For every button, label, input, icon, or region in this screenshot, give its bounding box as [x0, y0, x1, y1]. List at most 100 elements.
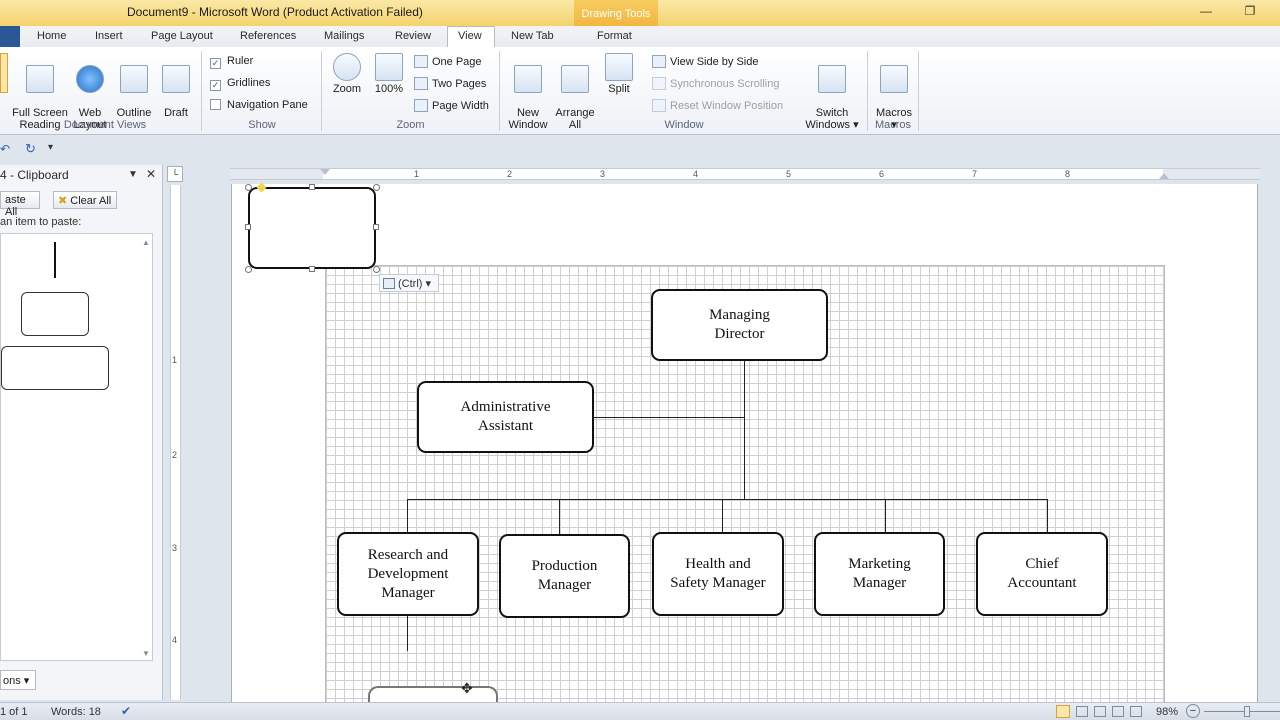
tab-mailings[interactable]: Mailings	[324, 30, 364, 42]
clip-item-wide-box[interactable]	[1, 346, 109, 390]
managing-director-box[interactable]: Managing Director	[651, 289, 828, 361]
health-safety-manager-box[interactable]: Health and Safety Manager	[652, 532, 784, 616]
one-page-button[interactable]: One Page	[414, 55, 482, 68]
ruler-left-margin	[230, 169, 323, 179]
resize-handle[interactable]	[309, 184, 315, 190]
paste-options-button[interactable]: (Ctrl) ▾	[379, 274, 439, 292]
administrative-assistant-label: Administrative Assistant	[460, 399, 551, 434]
gridlines-checkbox[interactable]: ✓ Gridlines	[210, 77, 270, 91]
zoom-100-button[interactable]: 100%	[372, 53, 406, 95]
research-development-manager-box[interactable]: Research and Development Manager	[337, 532, 479, 616]
full-screen-view-icon[interactable]	[1076, 706, 1088, 717]
redo-icon[interactable]: ↻	[25, 141, 37, 156]
resize-handle[interactable]	[373, 184, 380, 191]
tab-format[interactable]: Format	[597, 30, 632, 42]
zoom-level[interactable]: 98%	[1156, 706, 1178, 718]
connector-line[interactable]	[744, 360, 745, 500]
group-document-views-label: Document Views	[63, 119, 147, 131]
vertical-ruler[interactable]: 1 2 3 4	[170, 185, 181, 700]
connector-line[interactable]	[407, 499, 408, 533]
word-count[interactable]: Words: 18	[51, 706, 101, 718]
right-indent-marker[interactable]	[1159, 173, 1169, 179]
clear-all-button[interactable]: ✖ Clear All	[53, 191, 117, 209]
minimize-button[interactable]: —	[1196, 4, 1216, 22]
status-bar: 1 of 1 Words: 18 ✔ 98% −	[0, 702, 1280, 720]
zoom-button[interactable]: Zoom	[330, 53, 364, 95]
tab-new-tab[interactable]: New Tab	[511, 30, 554, 42]
synchronous-scrolling-label: Synchronous Scrolling	[670, 78, 780, 90]
clear-all-label: Clear All	[70, 195, 112, 207]
reset-window-position-button[interactable]: Reset Window Position	[652, 99, 783, 112]
clip-item-connector-line[interactable]	[54, 242, 56, 278]
zoom-slider-thumb[interactable]	[1244, 706, 1250, 717]
clip-item-rounded-box[interactable]	[21, 292, 89, 336]
outline-label: Outline	[116, 107, 152, 119]
navigation-pane-label: Navigation Pane	[227, 99, 308, 111]
view-side-by-side-button[interactable]: View Side by Side	[652, 55, 758, 68]
ruler-checkbox[interactable]: ✓ Ruler	[210, 55, 253, 69]
clip-scrollbar[interactable]: ▲ ▼	[142, 238, 150, 658]
print-layout-view-icon[interactable]	[1056, 705, 1070, 718]
page-count[interactable]: 1 of 1	[0, 706, 28, 718]
close-pane-icon[interactable]: ✕	[146, 167, 156, 181]
zoom-out-icon[interactable]: −	[1186, 704, 1200, 718]
first-line-indent-marker[interactable]	[320, 169, 330, 175]
tab-review[interactable]: Review	[395, 30, 431, 42]
outline-view-icon[interactable]	[1112, 706, 1124, 717]
connector-line[interactable]	[407, 615, 408, 651]
group-macros-label: Macros	[874, 119, 912, 131]
document-page[interactable]: (Ctrl) ▾ Managing Director Administrativ…	[231, 182, 1258, 716]
scroll-down-icon[interactable]: ▼	[142, 649, 150, 658]
paste-all-button[interactable]: aste All	[0, 191, 40, 218]
tab-page-layout[interactable]: Page Layout	[151, 30, 213, 42]
view-side-by-side-label: View Side by Side	[670, 56, 759, 68]
tab-file[interactable]	[0, 26, 20, 47]
navigation-pane-checkbox[interactable]: Navigation Pane	[210, 99, 308, 111]
scroll-up-icon[interactable]: ▲	[142, 238, 150, 247]
print-layout-button[interactable]	[0, 53, 8, 93]
draft-label: Draft	[164, 107, 188, 119]
outline-button[interactable]: Outline	[113, 53, 155, 119]
options-button[interactable]: ons ▾	[0, 670, 36, 690]
split-button[interactable]: Split	[602, 53, 636, 95]
draft-view-icon[interactable]	[1130, 706, 1142, 717]
chief-accountant-box[interactable]: Chief Accountant	[976, 532, 1108, 616]
tab-references[interactable]: References	[240, 30, 296, 42]
tab-view[interactable]: View	[458, 30, 482, 42]
pane-options-icon[interactable]: ▼	[128, 169, 138, 180]
administrative-assistant-box[interactable]: Administrative Assistant	[417, 381, 594, 453]
tab-insert[interactable]: Insert	[95, 30, 123, 42]
page-width-button[interactable]: Page Width	[414, 99, 489, 112]
resize-handle[interactable]	[245, 184, 252, 191]
connector-line[interactable]	[1047, 499, 1048, 532]
ruler-number: 4	[693, 169, 699, 179]
selected-empty-shape[interactable]	[248, 187, 376, 269]
resize-handle[interactable]	[373, 224, 379, 230]
book-icon	[26, 65, 54, 93]
connector-line[interactable]	[407, 499, 1048, 500]
tab-stop-selector-icon[interactable]: └	[167, 166, 183, 182]
draft-button[interactable]: Draft	[159, 53, 193, 119]
undo-icon[interactable]: ↶	[0, 142, 10, 156]
synchronous-scrolling-button[interactable]: Synchronous Scrolling	[652, 77, 779, 90]
customize-qat-icon[interactable]: ▾	[48, 142, 58, 154]
resize-handle[interactable]	[373, 266, 380, 273]
connector-line[interactable]	[885, 499, 886, 532]
horizontal-ruler[interactable]: 1 2 3 4 5 6 7 8	[230, 168, 1260, 180]
resize-handle[interactable]	[245, 266, 252, 273]
restore-button[interactable]: ❐	[1240, 4, 1260, 22]
connector-line[interactable]	[722, 499, 723, 532]
zoom-slider-track[interactable]	[1204, 711, 1280, 712]
proofing-icon[interactable]: ✔	[121, 704, 137, 718]
tab-home[interactable]: Home	[37, 30, 66, 42]
production-manager-label: Production Manager	[531, 558, 598, 593]
connector-line[interactable]	[559, 499, 560, 534]
navigation-pane-box-icon	[210, 99, 221, 110]
production-manager-box[interactable]: Production Manager	[499, 534, 630, 618]
two-pages-button[interactable]: Two Pages	[414, 77, 486, 90]
resize-handle[interactable]	[309, 266, 315, 272]
connector-line[interactable]	[593, 417, 744, 418]
resize-handle[interactable]	[245, 224, 251, 230]
web-layout-view-icon[interactable]	[1094, 706, 1106, 717]
marketing-manager-box[interactable]: Marketing Manager	[814, 532, 945, 616]
